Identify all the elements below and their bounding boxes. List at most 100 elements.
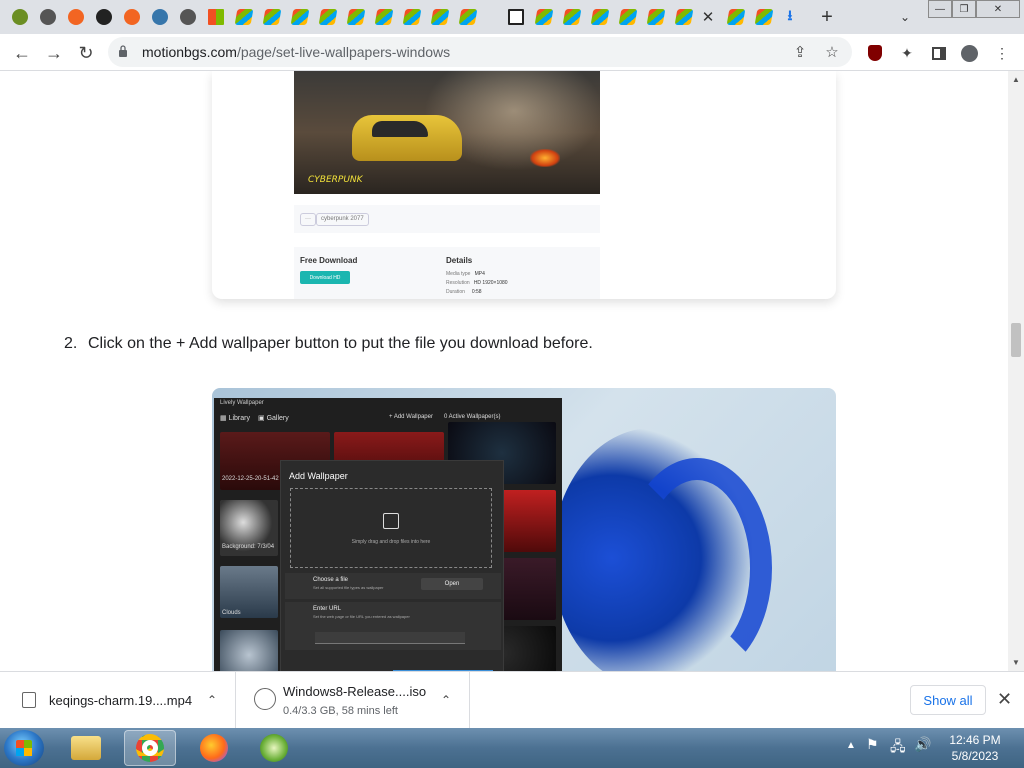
- lively-wallpaper-screenshot[interactable]: Lively Wallpaper ▦ Library ▣ Gallery + A…: [212, 388, 836, 671]
- scroll-down-arrow-icon[interactable]: ▼: [1012, 658, 1020, 667]
- network-icon[interactable]: 🖧: [890, 736, 906, 760]
- minimize-button[interactable]: —: [928, 0, 952, 18]
- system-clock[interactable]: 12:46 PM 5/8/2023: [940, 732, 1010, 764]
- windows-flag-icon: [646, 9, 666, 25]
- wallpaper-thumbnail: [220, 630, 278, 671]
- lively-window-title: Lively Wallpaper: [220, 400, 264, 406]
- close-tab-icon[interactable]: ✕: [697, 4, 719, 30]
- chevron-up-icon[interactable]: ⌃: [207, 693, 217, 707]
- browser-tab[interactable]: [560, 4, 584, 30]
- browser-tab[interactable]: [288, 4, 312, 30]
- browser-tab[interactable]: [344, 4, 368, 30]
- cyberpunk-wallpaper-preview[interactable]: CYBERPUNK: [294, 71, 600, 194]
- address-bar[interactable]: motionbgs.com/page/set-live-wallpapers-w…: [108, 37, 852, 67]
- browser-tab[interactable]: [504, 4, 528, 30]
- browser-tab[interactable]: [36, 4, 60, 30]
- browser-tab[interactable]: [588, 4, 612, 30]
- globe-icon: [180, 9, 196, 25]
- windows-flag-icon: [674, 9, 694, 25]
- explorer-taskbar-button[interactable]: [60, 730, 112, 766]
- vertical-scrollbar[interactable]: ▲ ▼: [1008, 71, 1024, 671]
- lock-icon[interactable]: [118, 45, 128, 57]
- enter-url-subtitle: Set the web page or file URL you entered…: [313, 614, 410, 619]
- add-wallpaper-dialog: Add Wallpaper Simply drag and drop files…: [280, 460, 504, 671]
- chrome-menu-icon[interactable]: ⋮: [991, 42, 1013, 64]
- action-center-flag-icon[interactable]: ⚑: [866, 736, 879, 753]
- globe-icon: [40, 9, 56, 25]
- browser-tab[interactable]: [616, 4, 640, 30]
- share-icon[interactable]: ⇪: [790, 42, 810, 62]
- browser-tab[interactable]: [8, 4, 32, 30]
- windows-flag-icon: [534, 9, 554, 25]
- close-download-bar-icon[interactable]: ✕: [997, 689, 1012, 710]
- detail-row: Resolution HD 1920×1080: [446, 280, 508, 286]
- windows-flag-icon: [754, 9, 774, 25]
- clock-date: 5/8/2023: [951, 749, 999, 763]
- browser-tab[interactable]: [176, 4, 200, 30]
- browser-tab[interactable]: [532, 4, 556, 30]
- disc-image-icon: [254, 688, 276, 710]
- dialog-title: Add Wallpaper: [289, 471, 348, 481]
- windows-flag-icon: [346, 9, 366, 25]
- url-text[interactable]: motionbgs.com/page/set-live-wallpapers-w…: [142, 44, 450, 60]
- back-button[interactable]: ←: [10, 41, 34, 65]
- chevron-up-icon[interactable]: ⌃: [441, 693, 451, 707]
- windows-flag-icon: [262, 9, 282, 25]
- side-panel-icon[interactable]: [928, 42, 950, 64]
- browser-tab[interactable]: [64, 4, 88, 30]
- download-item[interactable]: Windows8-Release....iso 0.4/3.3 GB, 58 m…: [236, 672, 470, 729]
- browser-tab[interactable]: [148, 4, 172, 30]
- download-icon: ⭳: [787, 7, 793, 23]
- browser-tab[interactable]: [400, 4, 424, 30]
- browser-tab[interactable]: [752, 4, 776, 30]
- browser-tab[interactable]: [316, 4, 340, 30]
- new-tab-button[interactable]: +: [815, 5, 839, 29]
- forward-button[interactable]: →: [42, 41, 66, 65]
- download-item[interactable]: keqings-charm.19....mp4 ⌃: [0, 672, 236, 729]
- browser-tab[interactable]: ⭳: [778, 4, 802, 30]
- browser-tab[interactable]: [644, 4, 668, 30]
- windows-flag-icon: [430, 9, 450, 25]
- chrome-icon: [136, 734, 164, 762]
- browser-tab[interactable]: [428, 4, 452, 30]
- windows-orb-icon: [260, 734, 288, 762]
- firefox-taskbar-button[interactable]: [188, 730, 240, 766]
- download-hd-button[interactable]: Download HD: [300, 271, 350, 284]
- volume-icon[interactable]: 🔊: [914, 736, 931, 753]
- browser-tab[interactable]: [120, 4, 144, 30]
- browser-tab[interactable]: [92, 4, 116, 30]
- chrome-taskbar-button[interactable]: [124, 730, 176, 766]
- tag-chip[interactable]: ···: [300, 213, 316, 226]
- download-filename: Windows8-Release....iso: [283, 684, 427, 699]
- browser-tab[interactable]: [260, 4, 284, 30]
- reload-button[interactable]: ↻: [74, 41, 98, 65]
- show-hidden-icons-arrow[interactable]: ▲: [846, 740, 856, 751]
- web-page-content: CYBERPUNK ··· cyberpunk 2077 Free Downlo…: [0, 71, 1008, 671]
- browser-tab[interactable]: [672, 4, 696, 30]
- url-input: [315, 632, 465, 644]
- windows-icon: [208, 9, 224, 25]
- scrollbar-thumb[interactable]: [1011, 323, 1021, 357]
- tab-search-button[interactable]: ⌄: [893, 6, 917, 28]
- tag-chip[interactable]: cyberpunk 2077: [316, 213, 369, 226]
- ublock-extension-icon[interactable]: [864, 42, 886, 64]
- scroll-up-arrow-icon[interactable]: ▲: [1012, 75, 1020, 84]
- download-panel: Free Download Download HD Details Media …: [294, 247, 600, 299]
- windows-logo-icon: [16, 740, 32, 756]
- detail-row: Media type MP4: [446, 271, 485, 277]
- extensions-puzzle-icon[interactable]: ✦: [896, 42, 918, 64]
- bookmark-star-icon[interactable]: ☆: [822, 42, 842, 62]
- browser-toolbar: ← → ↻ motionbgs.com/page/set-live-wallpa…: [0, 34, 1024, 71]
- python-icon: [152, 9, 168, 25]
- close-window-button[interactable]: ✕: [976, 0, 1020, 18]
- browser-tab[interactable]: [204, 4, 228, 30]
- profile-avatar-icon[interactable]: [958, 42, 980, 64]
- browser-tab[interactable]: [372, 4, 396, 30]
- windows-app-taskbar-button[interactable]: [248, 730, 300, 766]
- browser-tab[interactable]: [456, 4, 480, 30]
- start-button[interactable]: [4, 730, 44, 766]
- browser-tab[interactable]: [232, 4, 256, 30]
- restore-button[interactable]: ❐: [952, 0, 976, 18]
- browser-tab[interactable]: [724, 4, 748, 30]
- show-all-downloads-button[interactable]: Show all: [910, 685, 986, 715]
